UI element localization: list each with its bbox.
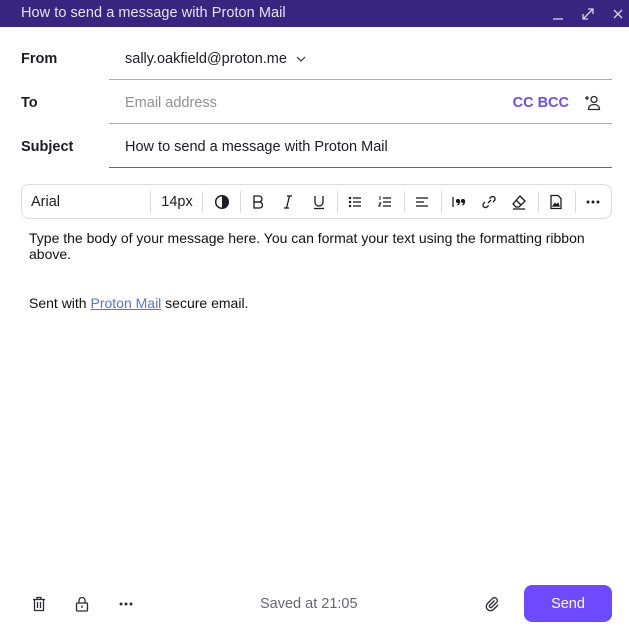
image-icon [550,194,562,209]
font-size-select[interactable]: 14px [159,185,195,218]
expand-icon [582,8,594,20]
minimize-icon [553,18,563,20]
formatting-toolbar: Arial 14px [21,184,612,219]
more-options-button[interactable] [581,185,605,218]
signature: Sent with Proton Mail secure email. [29,295,604,311]
from-address: sally.oakfield@proton.me [125,51,287,67]
more-icon [119,602,133,606]
body-paragraph: Type the body of your message here. You … [29,230,585,262]
contrast-icon [214,194,230,209]
font-family-select[interactable]: Arial [31,185,141,218]
encryption-button[interactable] [72,594,92,614]
add-contact-icon [585,95,601,111]
send-button[interactable]: Send [524,585,612,622]
paperclip-icon [485,597,499,612]
eraser-icon [512,194,526,210]
delete-draft-button[interactable] [29,594,49,614]
to-field: CC BCC [109,80,612,124]
subject-row: Subject How to send a message with Proto… [0,124,629,168]
numbered-list-icon [377,195,391,207]
saved-status: Saved at 21:05 [260,596,358,612]
chevron-down-icon [296,56,306,62]
proton-mail-link[interactable]: Proton Mail [90,295,161,311]
to-row: To CC BCC [0,80,629,124]
lock-icon [75,596,89,612]
from-label: From [21,51,58,67]
text-color-button[interactable] [210,185,234,218]
cc-bcc-button[interactable]: CC BCC [513,95,569,111]
underline-button[interactable] [307,185,331,218]
toolbar-divider [337,191,338,213]
bold-icon [253,194,264,209]
italic-button[interactable] [276,185,300,218]
toolbar-divider [150,191,151,213]
insert-image-button[interactable] [544,185,568,218]
toolbar-divider [575,191,576,213]
composer-footer: Saved at 21:05 Send [0,585,629,622]
subject-label: Subject [21,139,74,155]
from-row: From sally.oakfield@proton.me [0,36,629,80]
from-select[interactable]: sally.oakfield@proton.me [125,51,307,67]
from-field: sally.oakfield@proton.me [109,36,612,80]
add-contact-button[interactable] [584,94,602,112]
close-button[interactable] [608,4,628,24]
toolbar-divider [538,191,539,213]
trash-icon [33,596,45,612]
more-actions-button[interactable] [116,594,136,614]
clear-formatting-button[interactable] [507,185,531,218]
insert-link-button[interactable] [477,185,501,218]
more-icon [586,200,600,203]
toolbar-divider [441,191,442,213]
attach-file-button[interactable] [482,594,502,614]
window-title: How to send a message with Proton Mail [21,5,286,21]
signature-suffix: secure email. [161,295,249,311]
close-icon [613,9,623,19]
to-label: To [21,95,38,111]
toolbar-divider [240,191,241,213]
minimize-button[interactable] [548,4,568,24]
composer-window: How to send a message with Proton Mail F… [0,0,629,627]
underline-icon [314,195,324,209]
align-button[interactable] [410,185,434,218]
align-left-icon [416,196,428,207]
bold-button[interactable] [246,185,270,218]
numbered-list-button[interactable] [373,185,397,218]
link-icon [482,195,496,208]
bulleted-list-button[interactable] [343,185,367,218]
message-body-editor[interactable]: Type the body of your message here. You … [29,230,604,311]
signature-prefix: Sent with [29,295,91,311]
blockquote-button[interactable] [447,185,471,218]
quote-icon [452,196,466,207]
subject-input[interactable]: How to send a message with Proton Mail [125,139,388,155]
subject-field[interactable]: How to send a message with Proton Mail [109,124,612,168]
toolbar-divider [202,191,203,213]
toolbar-divider [404,191,405,213]
to-input[interactable] [125,95,485,111]
italic-icon [284,194,292,209]
maximize-button[interactable] [578,4,598,24]
title-bar: How to send a message with Proton Mail [0,0,629,27]
bulleted-list-icon [348,196,361,207]
